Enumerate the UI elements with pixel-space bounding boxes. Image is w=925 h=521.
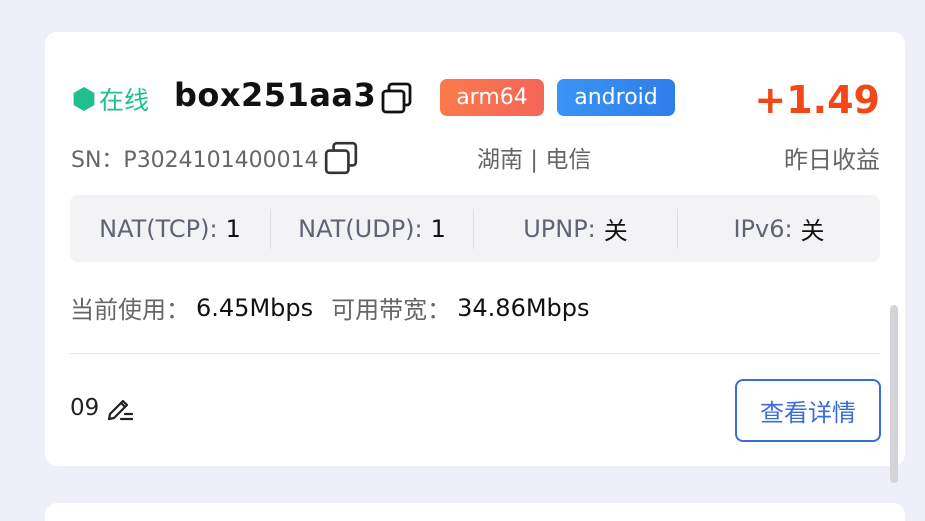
nat-udp-label: NAT(UDP): [298,214,423,243]
upnp-cell: UPNP: 关 [474,208,678,249]
copy-icon[interactable] [380,81,414,115]
os-tag: android [557,79,675,116]
upnp-value: 关 [603,217,628,245]
remark-row[interactable]: 09 [70,393,135,423]
device-name: box251aa3 [174,76,377,114]
divider [70,353,880,354]
nat-tcp-cell: NAT(TCP): 1 [70,208,271,249]
view-details-button[interactable]: 查看详情 [735,379,881,442]
nat-tcp-value: 1 [225,214,241,243]
hexagon-icon [73,87,95,111]
earning-value: +1.49 [754,78,880,122]
nat-udp-cell: NAT(UDP): 1 [271,208,474,249]
nat-udp-value: 1 [430,214,446,243]
earning-label: 昨日收益 [784,146,880,174]
network-info-panel: NAT(TCP): 1 NAT(UDP): 1 UPNP: 关 IPv6: 关 [70,195,880,262]
next-device-card[interactable] [45,503,905,521]
serial-number-text: SN：P3024101400014 [71,148,319,173]
edit-pencil-icon[interactable] [105,393,135,423]
available-bandwidth-label: 可用带宽： [331,296,452,324]
arch-tag: arm64 [440,79,544,116]
upnp-label: UPNP: [523,214,596,243]
copy-sn-icon[interactable] [323,140,359,176]
ipv6-cell: IPv6: 关 [678,209,880,249]
available-bandwidth-value: 34.86Mbps [457,293,590,322]
current-usage-label: 当前使用： [70,296,190,324]
nat-tcp-label: NAT(TCP): [99,214,218,243]
bandwidth-row: 当前使用： 6.45Mbps 可用带宽： 34.86Mbps [70,290,608,325]
ipv6-label: IPv6: [733,214,793,243]
region-isp: 湖南 | 电信 [477,147,592,173]
ipv6-value: 关 [800,217,825,245]
device-card: 在线 box251aa3 arm64 android +1.49 SN：P302… [45,32,905,466]
status-indicator: 在线 [71,82,149,116]
scrollbar[interactable] [890,305,898,483]
remark-text: 09 [70,395,100,421]
current-usage-value: 6.45Mbps [196,293,314,322]
serial-number: SN：P3024101400014 [71,140,359,176]
status-label: 在线 [99,86,150,115]
